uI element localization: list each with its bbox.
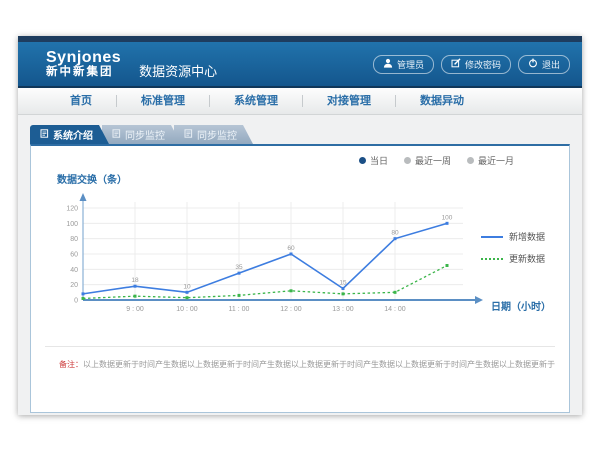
svg-text:11 : 00: 11 : 00 — [229, 306, 250, 313]
power-icon — [528, 58, 538, 70]
header-actions: 管理员 修改密码 退出 — [373, 55, 570, 74]
time-filter-label: 当日 — [370, 154, 388, 167]
time-filter-0[interactable]: 当日 — [359, 154, 388, 167]
content-area: 系统介绍 同步监控 同步监控 当日 最近一周 最近一月 数据交换（条） 0 20 40 60 8… — [18, 115, 582, 413]
legend-item-1: 更新数据 — [481, 252, 545, 265]
nav-item-1[interactable]: 标准管理 — [117, 88, 209, 114]
legend-swatch — [481, 236, 503, 238]
svg-text:100: 100 — [66, 221, 78, 228]
document-icon — [112, 129, 121, 141]
y-axis-label: 数据交换（条） — [57, 171, 127, 186]
time-filter-2[interactable]: 最近一月 — [467, 154, 514, 167]
time-filter-label: 最近一周 — [415, 154, 451, 167]
svg-text:100: 100 — [442, 214, 453, 221]
svg-text:10 : 00: 10 : 00 — [176, 306, 198, 313]
svg-text:60: 60 — [287, 245, 295, 252]
change-password-button[interactable]: 修改密码 — [441, 55, 511, 74]
tab-label: 系统介绍 — [53, 127, 93, 142]
document-icon — [40, 129, 49, 141]
time-filter-group: 当日 最近一周 最近一月 — [359, 154, 514, 167]
logo-title: Synjones — [46, 50, 121, 67]
line-chart: 0 20 40 60 80 100 120 9 : 00 10 : 00 11 : 00 12 : … — [47, 188, 487, 318]
user-icon — [383, 58, 393, 70]
svg-text:10: 10 — [183, 283, 191, 290]
time-filter-1[interactable]: 最近一周 — [404, 154, 451, 167]
nav-item-2[interactable]: 系统管理 — [210, 88, 302, 114]
radio-dot-icon — [359, 157, 366, 164]
series-legend: 新增数据更新数据 — [481, 230, 545, 265]
user-button-label: 管理员 — [397, 58, 424, 71]
nav-item-3[interactable]: 对接管理 — [303, 88, 395, 114]
page-title: 数据资源中心 — [139, 61, 217, 80]
svg-text:18: 18 — [131, 277, 139, 284]
svg-text:60: 60 — [70, 252, 78, 259]
nav-item-0[interactable]: 首页 — [46, 88, 116, 114]
change-password-label: 修改密码 — [465, 58, 501, 71]
chart-panel: 当日 最近一周 最近一月 数据交换（条） 0 20 40 60 80 100 120 9 : 00… — [30, 144, 570, 413]
legend-swatch — [481, 258, 503, 260]
legend-label: 更新数据 — [509, 252, 545, 265]
svg-text:14 : 00: 14 : 00 — [384, 306, 406, 313]
nav-item-4[interactable]: 数据异动 — [396, 88, 488, 114]
tab-bar: 系统介绍 同步监控 同步监控 — [30, 125, 570, 144]
legend-item-0: 新增数据 — [481, 230, 545, 243]
footnote-prefix: 备注： — [59, 360, 83, 369]
x-axis-label: 日期（小时） — [491, 298, 551, 313]
tab-2[interactable]: 同步监控 — [174, 125, 253, 144]
app-header: Synjones 新中新集团 数据资源中心 管理员 修改密码 退出 — [18, 42, 582, 88]
svg-text:0: 0 — [74, 298, 78, 305]
svg-text:13 : 00: 13 : 00 — [332, 306, 354, 313]
svg-text:120: 120 — [66, 206, 78, 213]
chart-zone: 0 20 40 60 80 100 120 9 : 00 10 : 00 11 : 00 12 : … — [47, 188, 487, 318]
tab-label: 同步监控 — [197, 127, 237, 142]
logout-label: 退出 — [542, 58, 560, 71]
svg-text:15: 15 — [339, 280, 347, 287]
radio-dot-icon — [404, 157, 411, 164]
edit-icon — [451, 58, 461, 70]
main-nav: 首页标准管理系统管理对接管理数据异动 — [18, 88, 582, 115]
svg-text:9 : 00: 9 : 00 — [126, 306, 144, 313]
footnote: 备注：以上数据更新于时间产生数据以上数据更新于时间产生数据以上数据更新于时间产生… — [45, 346, 555, 370]
browser-viewport: Synjones 新中新集团 数据资源中心 管理员 修改密码 退出 — [18, 36, 582, 415]
svg-text:80: 80 — [391, 230, 399, 237]
logo: Synjones 新中新集团 — [46, 50, 121, 79]
svg-text:12 : 00: 12 : 00 — [280, 306, 302, 313]
radio-dot-icon — [467, 157, 474, 164]
footnote-text: 以上数据更新于时间产生数据以上数据更新于时间产生数据以上数据更新于时间产生数据以… — [83, 360, 555, 369]
time-filter-label: 最近一月 — [478, 154, 514, 167]
user-button[interactable]: 管理员 — [373, 55, 434, 74]
svg-text:20: 20 — [70, 282, 78, 289]
logout-button[interactable]: 退出 — [518, 55, 570, 74]
tab-0[interactable]: 系统介绍 — [30, 125, 109, 144]
logo-subtitle: 新中新集团 — [46, 66, 121, 78]
svg-text:40: 40 — [70, 267, 78, 274]
svg-text:35: 35 — [235, 264, 243, 271]
tab-1[interactable]: 同步监控 — [102, 125, 181, 144]
legend-label: 新增数据 — [509, 230, 545, 243]
svg-text:80: 80 — [70, 236, 78, 243]
tab-label: 同步监控 — [125, 127, 165, 142]
document-icon — [184, 129, 193, 141]
